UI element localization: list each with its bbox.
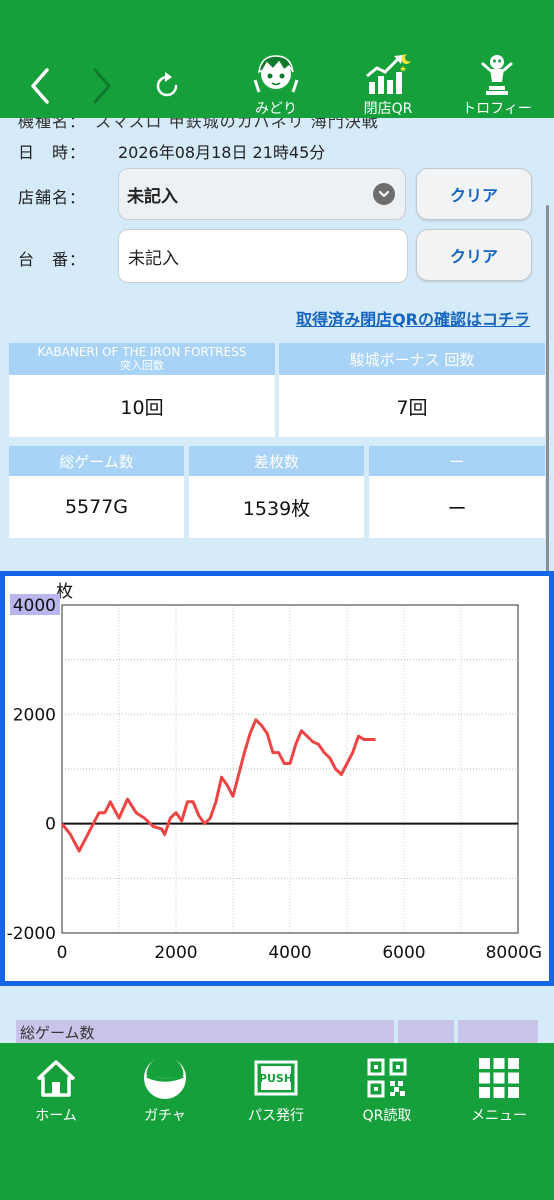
closing-qr-check-link[interactable]: 取得済み閉店QRの確認はコチラ [296,306,530,330]
character-avatar-icon [253,55,299,93]
page-scrollbar[interactable] [546,205,549,577]
nav-pass-issue[interactable]: PUSH パス発行 [226,1051,326,1125]
datetime-label: 日 時： [18,143,87,162]
stat-bonus-count: 駿城ボーナス 回数 7回 [279,343,545,437]
home-icon [37,1060,75,1097]
closing-qr-button[interactable]: 閉店QR [343,52,433,118]
reload-button[interactable] [147,62,187,110]
store-select-value: 未記入 [127,186,178,207]
stat-total-games-value: 5577G [64,496,129,518]
chart-svg: 枚 400020000-20000 2000 4000 6000 8000G [7,582,542,963]
stat-total-games-title: 総ゲーム数 [9,446,184,476]
nav-menu-label: メニュー [471,1108,527,1124]
datetime-value: 2026年08月18日 21時45分 [118,143,326,162]
chart-x-tick-label: 6000 [382,943,425,963]
stat-empty-value: ー [447,497,467,520]
nav-home-label: ホーム [35,1108,77,1124]
stat-kabaneri-value: 10回 [120,396,164,419]
chart-ticks: 400020000-20000 2000 4000 6000 8000G [7,594,542,963]
chart-y-tick-label: -2000 [7,924,56,944]
stat-kabaneri-title: KABANERI OF THE IRON FORTRESS [37,345,247,359]
store-clear-button[interactable]: クリア [416,168,532,220]
chart-grid [62,605,518,933]
chevron-down-icon [373,183,395,205]
chart-x-tick-label: 4000 [268,943,311,963]
medal-graph: 枚 4000 2000 0 -2000 0 2000 4000 6000 8000G [0,571,554,986]
chart-y-tick-label: 2000 [13,705,56,725]
reload-icon [156,72,178,97]
menu-grid-icon [479,1058,519,1098]
forward-button[interactable] [82,62,122,110]
under-table-label: 総ゲーム数 [20,1024,95,1042]
nav-home[interactable]: ホーム [6,1051,106,1125]
chart-growth-icon [366,53,411,94]
unit-label: 台 番： [18,250,87,269]
unit-clear-button[interactable]: クリア [416,229,532,281]
nav-qr-read[interactable]: QR読取 [337,1051,437,1125]
chart-x-tick-label: 0 [57,943,68,963]
chart-y-tick-label: 4000 [13,596,56,616]
nav-gacha[interactable]: ガチャ [115,1051,215,1125]
chart-series-line [60,718,376,853]
svg-text:PUSH: PUSH [259,1072,293,1085]
chart-y-tick-label: 0 [45,815,56,835]
chart-series [60,718,376,853]
stat-diff-medals-value: 1539枚 [242,497,311,520]
under-content-strip: 総ゲーム数 [0,986,554,1046]
stat-kabaneri-subtitle: 突入回数 [120,359,164,372]
stat-empty: ー ー [369,446,545,538]
unit-number-input[interactable]: 未記入 [118,229,408,283]
stat-total-games: 総ゲーム数 5577G [9,446,184,538]
stat-diff-medals: 差枚数 1539枚 [189,446,364,538]
chevron-left-icon [31,68,49,104]
trophy-button[interactable]: トロフィー [452,52,542,118]
closing-qr-label: 閉店QR [363,101,413,117]
store-select[interactable]: 未記入 [118,168,406,220]
bottom-navigation-bar: ホーム ガチャ PUSH パス発行 QR読取 メニュー [0,1043,554,1200]
stat-bonus-value: 7回 [396,396,428,419]
midori-label: みどり [255,101,297,117]
qr-code-icon [367,1058,407,1098]
trophy-figure-icon [481,55,513,95]
push-pass-icon: PUSH [254,1060,298,1096]
gacha-ball-icon [144,1056,186,1099]
chevron-right-icon [93,68,111,104]
back-button[interactable] [20,62,60,110]
nav-qr-read-label: QR読取 [362,1108,412,1124]
store-label: 店舗名： [18,188,87,207]
chart-x-tick-label: 8000G [486,943,542,963]
nav-pass-issue-label: パス発行 [248,1108,304,1124]
top-navigation-bar: みどり 閉店QR トロフィー [0,0,554,118]
stat-diff-medals-title: 差枚数 [189,446,364,476]
midori-button[interactable]: みどり [231,52,321,118]
stat-kabaneri-entries: KABANERI OF THE IRON FORTRESS 突入回数 10回 [9,343,275,437]
nav-menu[interactable]: メニュー [449,1051,549,1125]
chart-x-tick-label: 2000 [154,943,197,963]
nav-gacha-label: ガチャ [144,1108,186,1124]
stat-empty-title: ー [369,446,545,476]
stat-bonus-title: 駿城ボーナス 回数 [279,343,545,375]
trophy-label: トロフィー [462,101,532,117]
